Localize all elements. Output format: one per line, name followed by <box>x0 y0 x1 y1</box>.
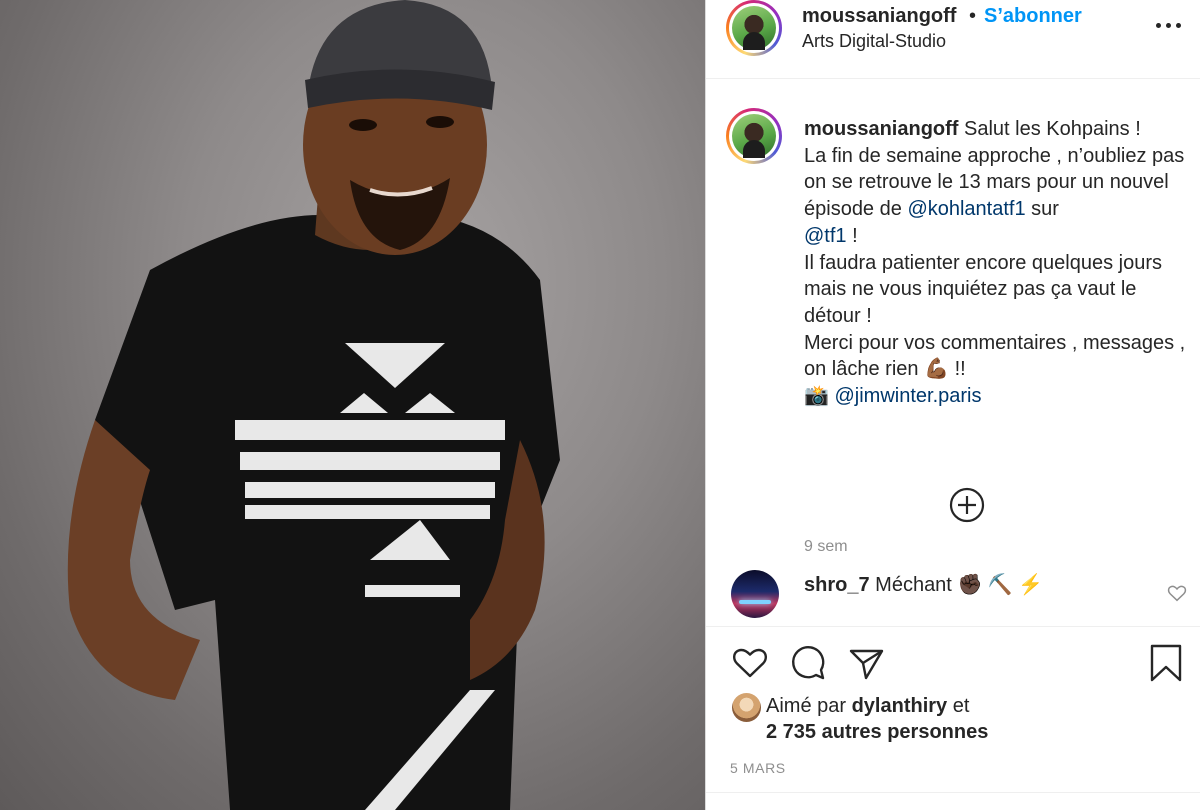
commenter-avatar[interactable] <box>731 570 779 618</box>
mention-tf1[interactable]: @tf1 <box>804 225 847 247</box>
heart-icon[interactable] <box>730 643 770 683</box>
caption-timestamp[interactable]: 9 sem <box>804 538 848 556</box>
likes-suffix: et <box>952 695 970 717</box>
caption-line-1: Salut les Kohpains ! <box>964 118 1141 140</box>
comment-emojis: ✊🏿 ⛏️ ⚡ <box>957 574 1044 596</box>
liker-username[interactable]: dylanthiry <box>852 695 948 717</box>
caption-exclamation: ! <box>852 224 858 247</box>
comment-item: shro_7 Méchant ✊🏿 ⛏️ ⚡ <box>706 568 1200 618</box>
more-horizontal-icon[interactable] <box>1156 12 1182 38</box>
action-bar <box>706 626 1200 697</box>
post-sidebar: moussaniangoff • S’abonner Arts Digital-… <box>705 0 1200 810</box>
header-separator: • <box>969 5 977 27</box>
likes-prefix: Aimé par <box>766 695 847 717</box>
portrait-illustration <box>67 0 560 810</box>
commenter-username[interactable]: shro_7 <box>804 574 870 596</box>
caption-text: moussaniangoff Salut les Kohpains ! La f… <box>804 116 1189 410</box>
author-username[interactable]: moussaniangoff <box>802 5 956 28</box>
divider <box>706 792 1200 793</box>
liker-avatar[interactable] <box>732 693 761 722</box>
caption-line-3: Il faudra patienter encore quelques jour… <box>804 251 1163 327</box>
caption-avatar[interactable] <box>726 108 782 164</box>
post-header: moussaniangoff • S’abonner Arts Digital-… <box>706 0 1200 79</box>
plus-circle-icon[interactable] <box>949 487 985 523</box>
share-icon[interactable] <box>846 643 886 683</box>
post-date[interactable]: 5 MARS <box>730 760 786 776</box>
likes-count[interactable]: 2 735 autres personnes <box>766 721 988 744</box>
caption-exclamation-2: !! <box>954 358 966 381</box>
likes-line-1: Aimé par dylanthiry et <box>766 695 969 718</box>
post-photo[interactable] <box>0 0 705 810</box>
caption-word-sur: sur <box>1031 198 1059 221</box>
caption-line-4: Merci pour vos commentaires , messages ,… <box>804 331 1186 381</box>
camera-emoji: 📸 <box>804 385 829 408</box>
heart-icon[interactable] <box>1166 582 1188 604</box>
bookmark-icon[interactable] <box>1146 643 1186 683</box>
follow-button[interactable]: S’abonner <box>984 5 1082 28</box>
muscle-emoji: 💪🏾 <box>924 358 949 381</box>
mention-kohlantatf1[interactable]: @kohlantatf1 <box>907 198 1025 220</box>
mention-jimwinter[interactable]: @jimwinter.paris <box>834 385 981 407</box>
comment-text: shro_7 Méchant ✊🏿 ⛏️ ⚡ <box>804 572 1043 597</box>
comment-body: Méchant <box>875 574 952 596</box>
comment-icon[interactable] <box>788 643 828 683</box>
author-avatar[interactable] <box>726 0 782 56</box>
location-link[interactable]: Arts Digital-Studio <box>802 31 946 52</box>
caption-username[interactable]: moussaniangoff <box>804 118 958 140</box>
likes-summary: Aimé par dylanthiry et 2 735 autres pers… <box>706 690 1200 750</box>
